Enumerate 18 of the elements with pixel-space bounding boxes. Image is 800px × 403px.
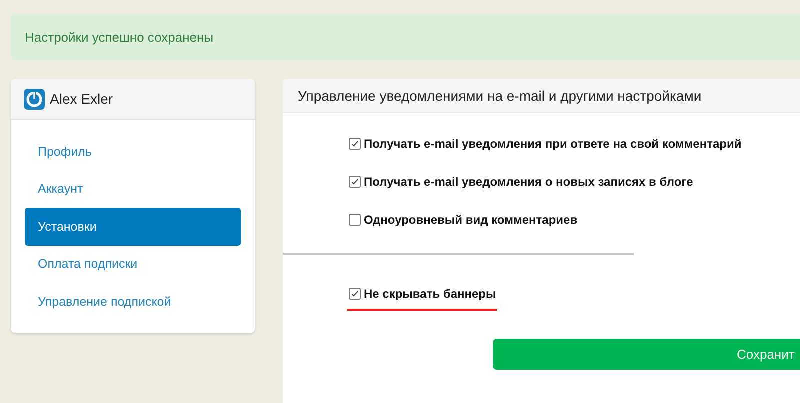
sidebar-item[interactable]: Установки [25, 208, 241, 246]
checkbox[interactable] [349, 176, 361, 188]
panel-title: Управление уведомлениями на e-mail и другими настройками [298, 88, 702, 104]
user-name: Alex Exler [50, 91, 114, 107]
power-logo-icon [24, 88, 45, 110]
checkbox[interactable] [349, 138, 361, 150]
save-button[interactable]: Сохранит [493, 339, 800, 370]
sidebar-item[interactable]: Управление подпиской [25, 283, 241, 320]
option-label: Одноуровневый вид комментариев [364, 213, 578, 227]
option-label: Не скрывать баннеры [364, 287, 496, 301]
sidebar-item[interactable]: Профиль [25, 133, 241, 170]
checkbox[interactable] [349, 214, 361, 226]
sidebar-item[interactable]: Аккаунт [25, 170, 241, 208]
alert-text: Настройки успешно сохранены [25, 30, 214, 44]
checkbox[interactable] [349, 288, 361, 300]
option-label: Получать e-mail уведомления о новых записях в блоге [364, 175, 694, 189]
option-label: Получать e-mail уведомления при ответе на свой комментарий [364, 137, 742, 151]
sidebar-item[interactable]: Оплата подписки [25, 246, 241, 283]
